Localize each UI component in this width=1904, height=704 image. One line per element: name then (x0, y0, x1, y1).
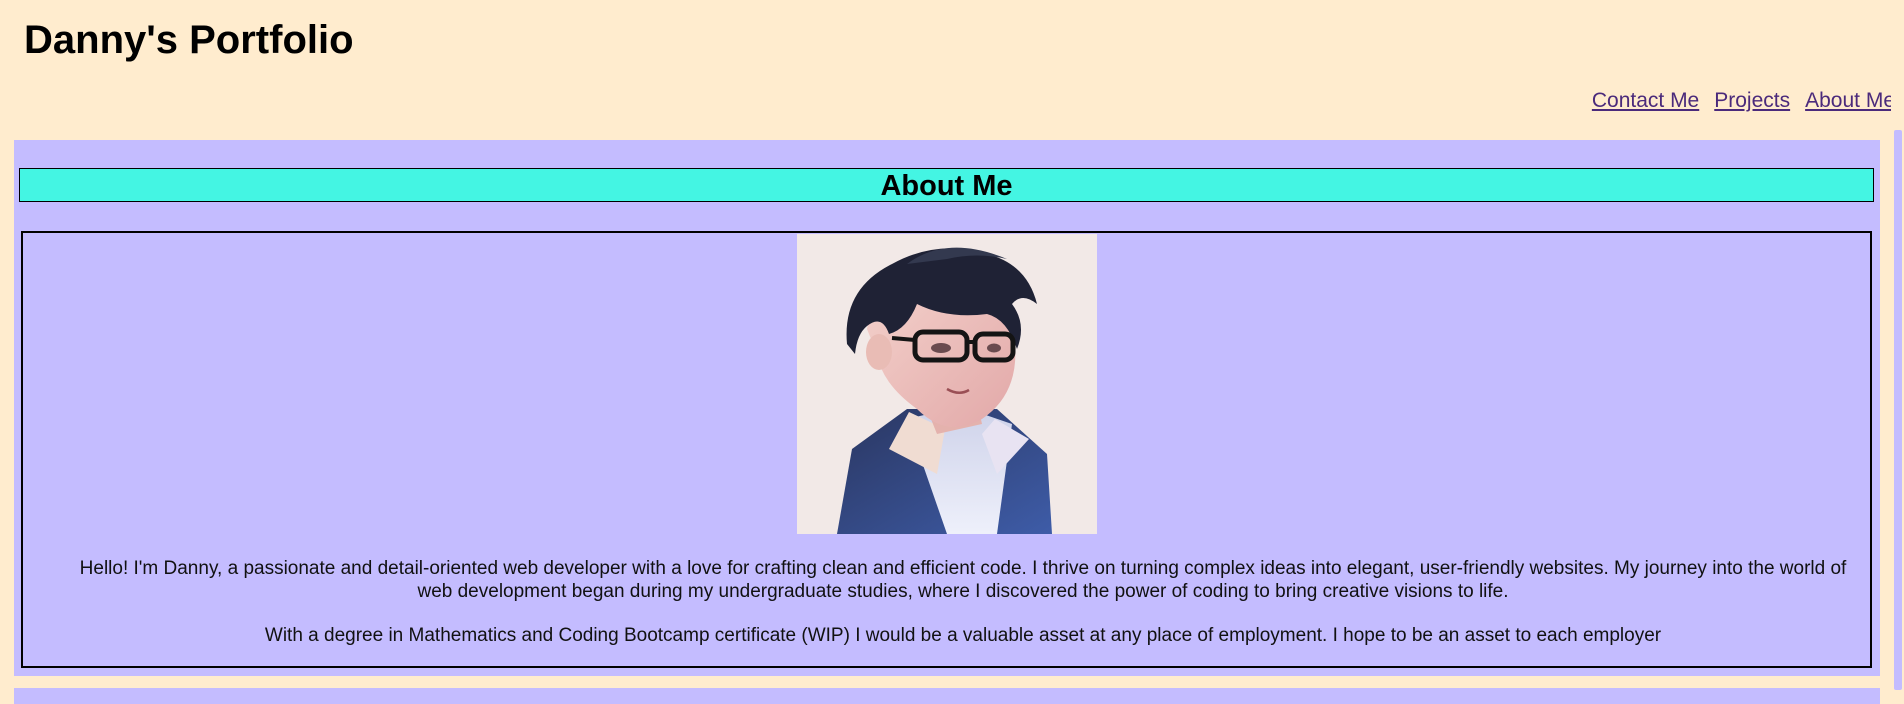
nav-link-about-me[interactable]: About Me (1805, 88, 1895, 114)
scrollbar-thumb[interactable] (1894, 130, 1902, 690)
about-heading: About Me (19, 168, 1874, 202)
nav-link-projects[interactable]: Projects (1714, 88, 1790, 114)
next-section (14, 688, 1880, 704)
about-card: Hello! I'm Danny, a passionate and detai… (21, 231, 1872, 668)
profile-portrait (797, 234, 1097, 534)
page-scrollbar[interactable] (1891, 0, 1904, 704)
bio-paragraph: Hello! I'm Danny, a passionate and detai… (79, 558, 1847, 602)
site-title: Danny's Portfolio (24, 18, 354, 62)
bio-paragraph: With a degree in Mathematics and Coding … (264, 625, 1662, 646)
about-section: About Me Hello! I'm Danny, a passionate … (14, 140, 1880, 676)
main-nav: Contact Me Projects About Me (1592, 88, 1895, 114)
nav-link-contact-me[interactable]: Contact Me (1592, 88, 1699, 114)
